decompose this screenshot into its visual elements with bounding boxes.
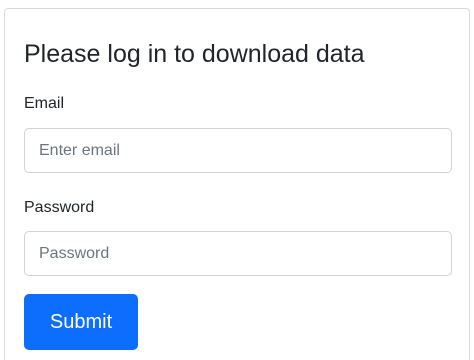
login-card: Please log in to download data Email Pas… [4,8,470,360]
password-label: Password [24,199,95,216]
submit-button[interactable]: Submit [24,294,138,350]
form-title: Please log in to download data [24,40,365,68]
email-label: Email [24,95,65,112]
email-field[interactable] [24,128,452,173]
password-field[interactable] [24,231,452,276]
